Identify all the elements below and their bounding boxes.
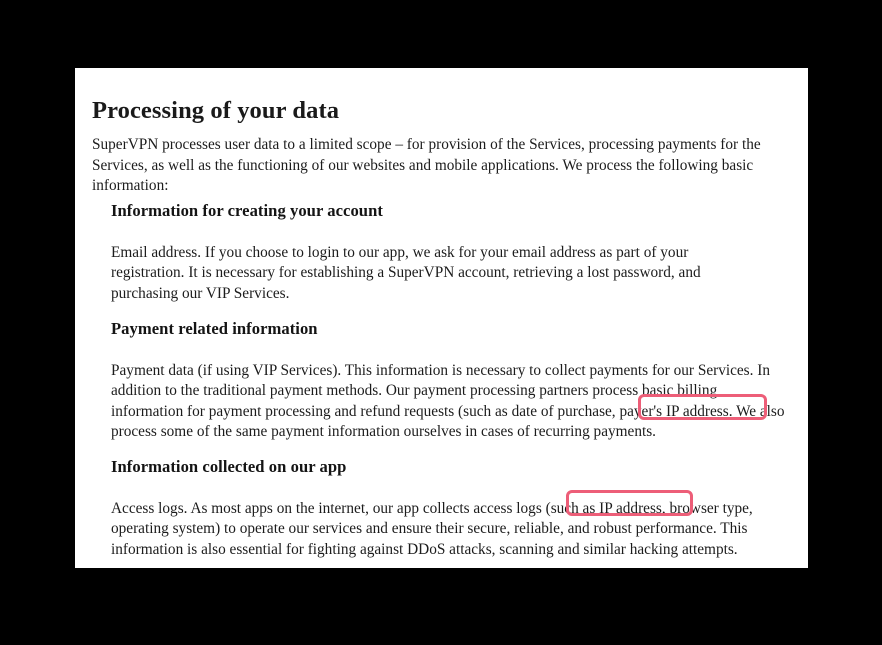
screenshot-viewport: Processing of your data SuperVPN process… xyxy=(0,0,882,645)
intro-paragraph: SuperVPN processes user data to a limite… xyxy=(92,136,761,195)
section-heading-payment: Payment related information xyxy=(111,319,318,338)
page-title: Processing of your data xyxy=(92,97,340,125)
section-payment-related-information: Payment related information Payment data… xyxy=(111,319,793,443)
section-information-for-creating-your-account: Information for creating your account Em… xyxy=(111,201,793,304)
section-body-payment: Payment data (if using VIP Services). Th… xyxy=(111,361,785,441)
section-information-collected-on-our-app: Information collected on our app Access … xyxy=(111,457,793,560)
section-body-account: Email address. If you choose to login to… xyxy=(111,243,701,302)
document-page: Processing of your data SuperVPN process… xyxy=(75,68,808,568)
section-heading-account: Information for creating your account xyxy=(111,201,383,220)
section-heading-app: Information collected on our app xyxy=(111,457,347,476)
section-body-app: Access logs. As most apps on the interne… xyxy=(111,499,753,558)
